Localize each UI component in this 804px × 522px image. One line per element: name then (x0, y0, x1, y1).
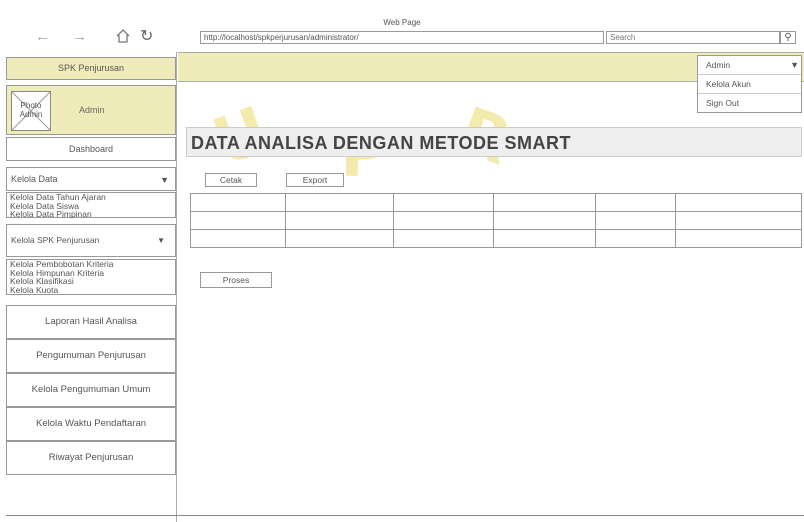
kelola-data-label: Kelola Data (11, 174, 58, 184)
kelola-spk-list: Kelola Pembobotan Kriteria Kelola Himpun… (6, 259, 176, 295)
chevron-down-icon: ▼ (157, 236, 165, 245)
menu-item-kelola-akun[interactable]: Kelola Akun (698, 75, 801, 94)
kelola-pengumuman-umum-button[interactable]: Kelola Pengumuman Umum (6, 373, 176, 407)
avatar-label: Photo Admin (19, 101, 43, 119)
table-row (190, 193, 802, 212)
table-cell (595, 211, 677, 230)
chevron-down-icon: ▼ (160, 175, 169, 185)
user-name: Admin (79, 105, 105, 115)
sidebar-divider (176, 52, 177, 522)
user-dropdown-selected[interactable]: Admin ▼ (698, 56, 801, 75)
table-row (190, 211, 802, 230)
pengumuman-penjurusan-button[interactable]: Pengumuman Penjurusan (6, 339, 176, 373)
search-input[interactable]: Search (606, 31, 780, 44)
kelola-spk-label: Kelola SPK Penjurusan (11, 235, 100, 245)
page-title: DATA ANALISA DENGAN METODE SMART (186, 127, 802, 157)
table-cell (675, 211, 802, 230)
table-cell (284, 229, 394, 248)
table-cell (392, 229, 494, 248)
chevron-down-icon: ▼ (790, 60, 799, 70)
sidebar: SPK Penjurusan Photo Admin Admin Dashboa… (0, 52, 178, 522)
table-cell (492, 229, 597, 248)
table-row (190, 229, 802, 248)
menu-item-sign-out[interactable]: Sign Out (698, 94, 801, 112)
url-bar[interactable]: http://localhost/spkperjurusan/administr… (200, 31, 604, 44)
table-cell (284, 211, 394, 230)
kelola-waktu-pendaftaran-button[interactable]: Kelola Waktu Pendaftaran (6, 407, 176, 441)
table-cell (190, 193, 286, 212)
table-cell (190, 211, 286, 230)
table-cell (392, 193, 494, 212)
browser-chrome: Web Page ← → ↻ http://localhost/spkperju… (0, 0, 804, 50)
user-dropdown-value: Admin (706, 60, 731, 70)
analysis-table (190, 193, 802, 248)
kelola-spk-toggle[interactable]: Kelola SPK Penjurusan ▼ (6, 224, 176, 257)
avatar: Photo Admin (11, 91, 51, 131)
table-cell (392, 211, 494, 230)
table-cell (595, 229, 677, 248)
refresh-icon[interactable]: ↻ (140, 26, 153, 46)
home-icon[interactable] (115, 28, 131, 44)
footer-divider (6, 515, 804, 516)
kelola-data-toggle[interactable]: Kelola Data ▼ (6, 167, 176, 191)
sidebar-item-data-pimpinan[interactable]: Kelola Data Pimpinan (7, 210, 175, 219)
sidebar-item-kuota[interactable]: Kelola Kuota (7, 285, 175, 295)
table-cell (284, 193, 394, 212)
brand-label: SPK Penjurusan (6, 57, 176, 80)
proses-button[interactable]: Proses (200, 272, 272, 288)
table-cell (492, 193, 597, 212)
export-button[interactable]: Export (286, 173, 344, 187)
kelola-data-list: Kelola Data Tahun Ajaran Kelola Data Sis… (6, 192, 176, 218)
laporan-hasil-analisa-button[interactable]: Laporan Hasil Analisa (6, 305, 176, 339)
dashboard-button[interactable]: Dashboard (6, 137, 176, 161)
user-panel: Photo Admin Admin (6, 85, 176, 135)
table-cell (595, 193, 677, 212)
back-arrow-icon[interactable]: ← (35, 28, 50, 45)
window-title: Web Page (383, 18, 421, 27)
user-dropdown[interactable]: Admin ▼ Kelola Akun Sign Out (697, 55, 802, 113)
search-icon[interactable]: ⚲ (780, 31, 796, 44)
table-cell (675, 229, 802, 248)
table-cell (492, 211, 597, 230)
riwayat-penjurusan-button[interactable]: Riwayat Penjurusan (6, 441, 176, 475)
table-cell (675, 193, 802, 212)
table-cell (190, 229, 286, 248)
cetak-button[interactable]: Cetak (205, 173, 257, 187)
forward-arrow-icon[interactable]: → (72, 28, 87, 45)
